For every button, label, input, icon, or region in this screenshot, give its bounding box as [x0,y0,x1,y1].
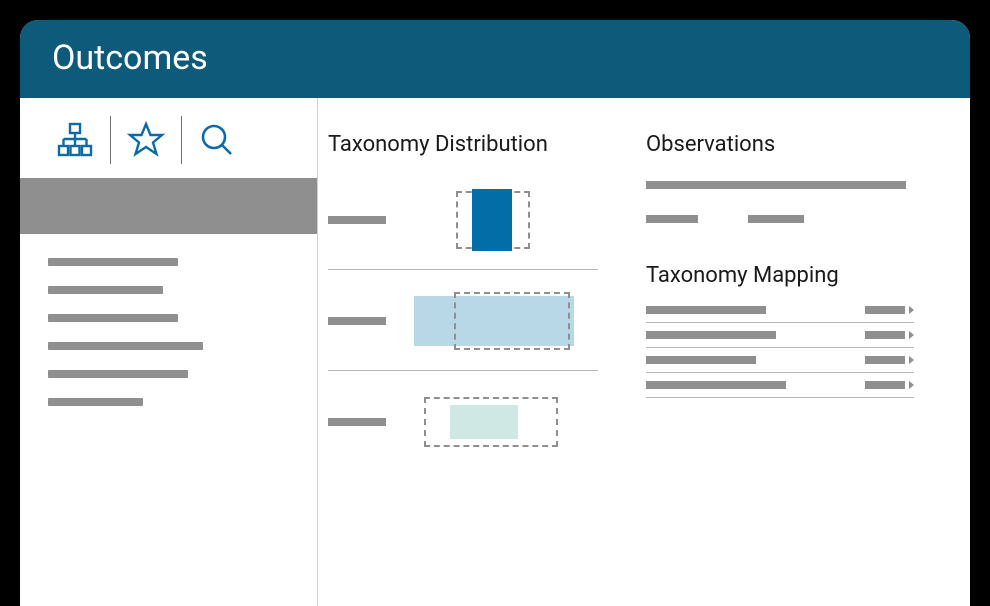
tab-hierarchy[interactable] [40,121,110,159]
bar-light [450,405,518,439]
bar-dark [472,189,512,251]
main-content: Taxonomy Distribution [318,98,970,606]
distribution-chart [414,191,574,249]
mapping-label [646,356,756,364]
chevron-right-icon [909,306,914,314]
tab-favorites[interactable] [111,120,181,160]
section-title-mapping: Taxonomy Mapping [646,263,940,288]
observations-section: Observations [646,132,940,223]
mapping-row[interactable] [646,298,914,323]
mapping-row[interactable] [646,348,914,373]
search-icon [198,121,236,159]
titlebar: Outcomes [20,20,970,98]
distribution-chart [414,292,574,350]
range-box [454,292,570,350]
text-segment [646,215,698,223]
right-column: Observations Taxonomy Mapping [628,132,970,606]
list-item[interactable] [48,258,178,266]
list-item[interactable] [48,314,178,322]
observation-text-line [646,215,940,223]
tab-search[interactable] [182,121,252,159]
value-bar [865,306,905,314]
observation-text-line [646,181,906,189]
sidebar-list [20,234,317,450]
star-icon [126,120,166,160]
hierarchy-icon [56,121,94,159]
mapping-label [646,381,786,389]
mapping-row[interactable] [646,373,914,398]
sidebar-tabs [20,98,317,178]
text-segment [748,215,804,223]
app-window: Outcomes [20,20,970,606]
app-body: Taxonomy Distribution [20,98,970,606]
section-title-observations: Observations [646,132,940,157]
sidebar-selected-item[interactable] [20,178,317,234]
chevron-right-icon [909,356,914,364]
mapping-value [865,306,914,314]
list-item[interactable] [48,342,203,350]
chevron-right-icon [909,381,914,389]
distribution-label [328,216,386,224]
divider [328,370,598,371]
list-item[interactable] [48,286,163,294]
mapping-value [865,331,914,339]
distribution-row [328,282,628,366]
chevron-right-icon [909,331,914,339]
mapping-value [865,356,914,364]
list-item[interactable] [48,398,143,406]
distribution-label [328,317,386,325]
divider [328,269,598,270]
mapping-label [646,306,766,314]
value-bar [865,381,905,389]
page-title: Outcomes [52,38,208,78]
value-bar [865,331,905,339]
distribution-row [328,383,628,467]
taxonomy-mapping-section: Taxonomy Mapping [646,263,940,398]
value-bar [865,356,905,364]
mapping-row[interactable] [646,323,914,348]
distribution-chart [414,393,574,451]
mapping-value [865,381,914,389]
mapping-label [646,331,776,339]
section-title-distribution: Taxonomy Distribution [328,132,628,157]
distribution-row [328,181,628,265]
sidebar [20,98,318,606]
distribution-label [328,418,386,426]
taxonomy-distribution-section: Taxonomy Distribution [318,132,628,606]
list-item[interactable] [48,370,188,378]
